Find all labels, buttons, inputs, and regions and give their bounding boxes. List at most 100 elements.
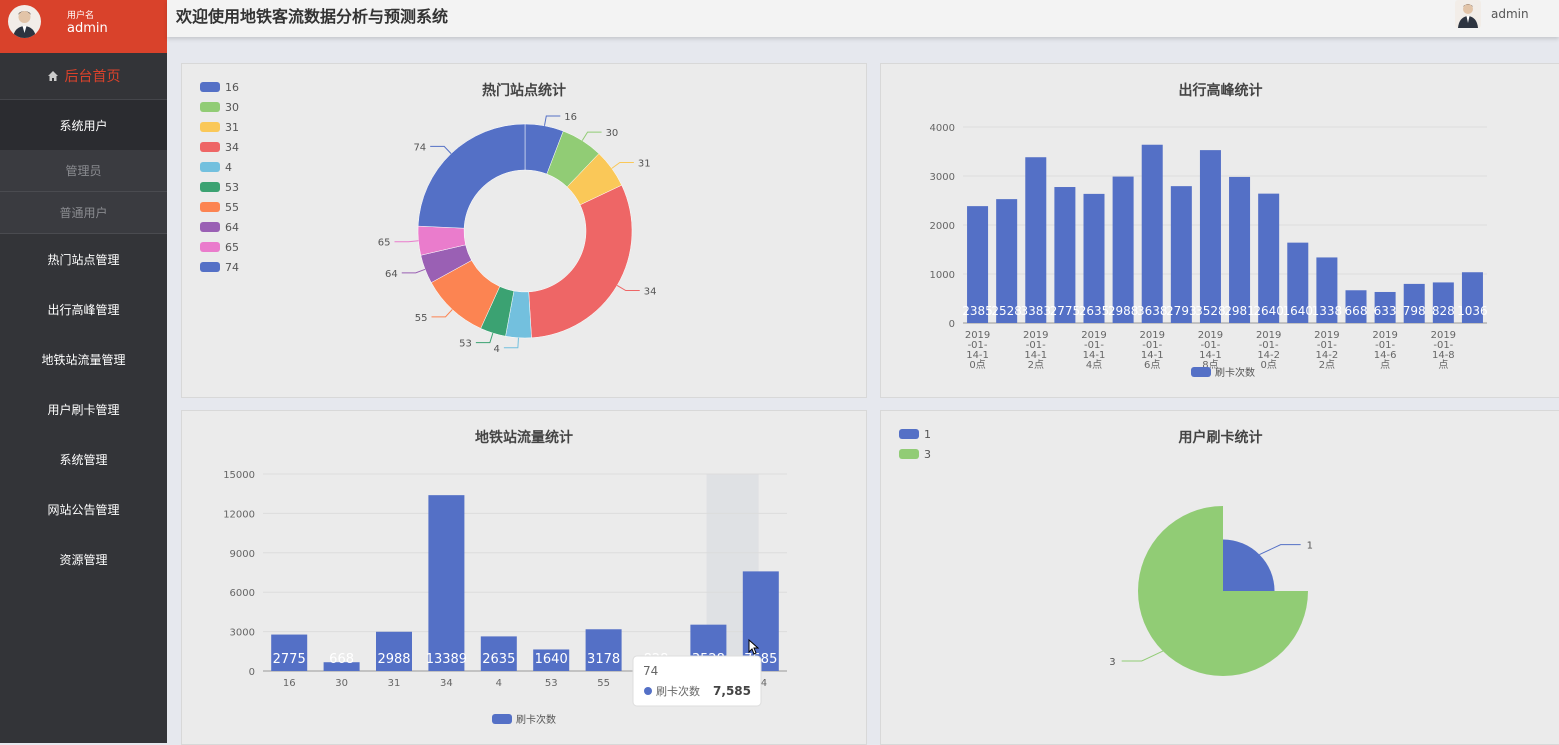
legend-label: 65 [225, 241, 239, 254]
card-swipes-pie-chart: 1 3 1 3 [899, 428, 1313, 676]
x-tick-label: 点 [1438, 359, 1448, 371]
chart-panel-station-flow: 地铁站流量统计 0 3000 6000 9000 12000 15000 2775 668 29… [181, 410, 867, 745]
legend-swatch [200, 222, 220, 232]
y-tick-label: 9000 [230, 549, 255, 560]
bar [1112, 176, 1134, 323]
bar-value-label: 3383 [1021, 304, 1052, 318]
y-tick-label: 15000 [223, 470, 255, 481]
slice-label: 1 [1307, 541, 1313, 552]
bar [1054, 187, 1076, 323]
header-username[interactable]: admin [1491, 7, 1529, 21]
sidebar-item-station-flow[interactable]: 地铁站流量管理 [0, 334, 167, 384]
bar [1199, 150, 1221, 323]
sidebar-item-label: 地铁站流量管理 [41, 352, 126, 367]
y-tick-label: 0 [249, 667, 255, 678]
slice-label-line [394, 240, 419, 243]
x-tick-label: 4 [496, 678, 502, 689]
sidebar-item-announcements[interactable]: 网站公告管理 [0, 484, 167, 534]
bar [1141, 144, 1163, 323]
sidebar-user-box: 用户名 admin [0, 0, 167, 53]
bar-value-label: 1640 [535, 652, 568, 667]
tooltip-marker [644, 687, 652, 695]
bar-value-label: 668 [1345, 304, 1368, 318]
bar-value-label: 2385 [962, 304, 993, 318]
sidebar-item-normal-users[interactable]: 普通用户 [0, 192, 167, 234]
slice-label: 3 [1109, 657, 1115, 668]
bar-value-label: 2528 [991, 304, 1022, 318]
home-icon [47, 71, 58, 81]
tooltip: 74 刷卡次数 7,585 [632, 655, 762, 707]
avatar[interactable] [8, 5, 41, 38]
bar-value-label: 1036 [1457, 304, 1488, 318]
sidebar-item-admins[interactable]: 管理员 [0, 150, 167, 192]
sidebar-item-system-admin[interactable]: 系统管理 [0, 434, 167, 484]
y-tick-label: 2000 [930, 221, 955, 232]
x-tick-label: 2点 [1028, 359, 1044, 371]
legend-label: 刷卡次数 [516, 713, 556, 726]
legend-label: 74 [225, 261, 239, 274]
sidebar-item-label: 网站公告管理 [47, 502, 120, 517]
page-title: 欢迎使用地铁客流数据分析与预测系统 [176, 7, 449, 26]
legend-label: 1 [924, 428, 931, 441]
slice-label: 53 [459, 339, 472, 350]
sidebar-item-label: 后台首页 [64, 69, 121, 85]
x-tick-label: 6点 [1144, 359, 1160, 371]
slice-label: 16 [564, 112, 577, 123]
x-tick-label: 2点 [1319, 359, 1335, 371]
sidebar: 用户名 admin 后台首页 系统用户 管理员 普通用户 热门站点管理 出行高峰… [0, 0, 167, 743]
bar-value-label: 1338 [1312, 304, 1343, 318]
y-tick-label: 12000 [223, 509, 255, 520]
bar-value-label: 3638 [1137, 304, 1168, 318]
legend-label: 4 [225, 161, 232, 174]
bar-value-label: 633 [1374, 304, 1397, 318]
sidebar-item-hot-stations[interactable]: 热门站点管理 [0, 234, 167, 284]
legend-swatch [899, 429, 919, 439]
chart-panel-card-swipes: 用户刷卡统计 1313 [880, 410, 1559, 745]
sidebar-item-label: 管理员 [65, 164, 102, 178]
slice-label-line [581, 131, 602, 141]
x-tick-label: 4点 [1086, 359, 1102, 371]
legend-swatch [200, 82, 220, 92]
slice-label-line [475, 332, 494, 344]
legend-swatch [492, 714, 512, 724]
sidebar-item-label: 资源管理 [59, 552, 108, 567]
avatar[interactable] [1455, 0, 1481, 28]
legend-swatch [200, 162, 220, 172]
sidebar-item-home[interactable]: 后台首页 [0, 53, 167, 100]
sidebar-item-resources[interactable]: 资源管理 [0, 534, 167, 584]
slice-label-line [431, 309, 453, 318]
slice-label-line [503, 337, 519, 349]
legend-swatch [200, 262, 220, 272]
slice-label: 55 [415, 313, 428, 324]
legend-label: 53 [225, 181, 239, 194]
slice-label: 4 [493, 344, 499, 355]
slice-label: 64 [385, 269, 398, 280]
tooltip-series: 刷卡次数 [656, 684, 700, 698]
tooltip-category: 74 [643, 664, 658, 678]
pie-slice [1223, 539, 1275, 591]
x-tick-label: 31 [388, 678, 401, 689]
hot-stations-donut-chart: 16 30 31 34 4 53 55 64 65 74 16 30 31 34 4 53 55 64 65 74 [200, 81, 656, 355]
legend-label: 3 [924, 448, 931, 461]
slice-label-line [616, 285, 640, 292]
sidebar-item-card-swipes[interactable]: 用户刷卡管理 [0, 384, 167, 434]
legend-label: 55 [225, 201, 239, 214]
x-tick-label: 30 [335, 678, 348, 689]
sidebar-item-system-users[interactable]: 系统用户 [0, 100, 167, 150]
slice-label: 65 [378, 238, 391, 249]
slice-label-line [430, 145, 452, 154]
sidebar-item-label: 系统用户 [59, 118, 108, 133]
tooltip-value: 7,585 [713, 684, 751, 698]
bar-value-label: 2640 [1253, 304, 1284, 318]
y-tick-label: 3000 [230, 628, 255, 639]
slice-label-line [611, 162, 634, 169]
pie-slice [417, 123, 526, 229]
bar-value-label: 3178 [587, 652, 620, 667]
bar-value-label: 2981 [1224, 304, 1255, 318]
pie-slice [1138, 506, 1308, 676]
sidebar-item-peak-travel[interactable]: 出行高峰管理 [0, 284, 167, 334]
bar-value-label: 3528 [1195, 304, 1226, 318]
legend-label: 31 [225, 121, 239, 134]
legend-swatch [200, 102, 220, 112]
legend-swatch [200, 182, 220, 192]
